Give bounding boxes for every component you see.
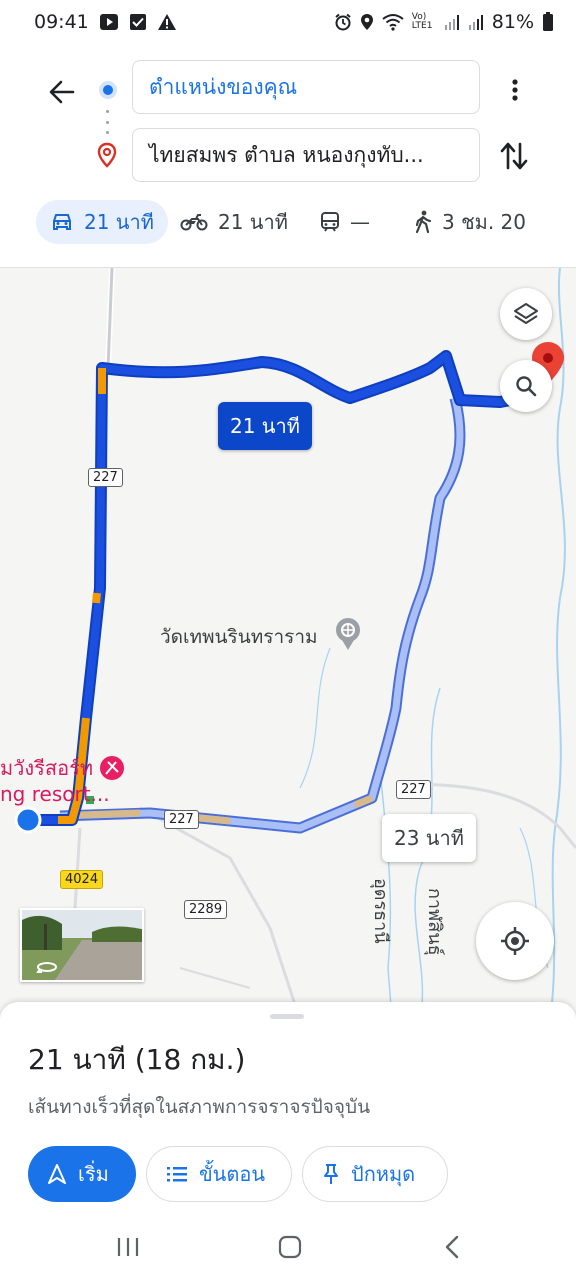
status-time: 09:41 bbox=[34, 11, 89, 33]
status-bar: 09:41 Vo) LTE1 81% bbox=[0, 0, 576, 44]
system-nav-bar bbox=[0, 1214, 576, 1280]
back-button[interactable] bbox=[40, 70, 84, 114]
car-icon bbox=[53, 214, 71, 230]
mode-walk-label: 3 ชม. 20 bbox=[442, 210, 527, 234]
map-view[interactable]: 21 นาที 23 นาที วัดเทพนรินทราราม มวังรีส… bbox=[0, 268, 576, 1020]
mode-walk[interactable]: 3 ชม. 20 bbox=[400, 200, 540, 244]
wifi-icon bbox=[382, 13, 404, 31]
home-button[interactable] bbox=[270, 1232, 310, 1262]
signal-icon-1 bbox=[444, 13, 460, 31]
river bbox=[549, 268, 566, 1020]
alt-route-traffic-3 bbox=[79, 809, 141, 819]
checkbox-icon bbox=[129, 13, 147, 31]
media-icon bbox=[99, 12, 119, 32]
province-label-udon: อุดรธานี bbox=[370, 878, 391, 944]
search-icon bbox=[516, 376, 537, 397]
mode-motorcycle-label: 21 นาที bbox=[218, 210, 288, 234]
origin-field[interactable]: ตำแหน่งของคุณ bbox=[132, 60, 480, 114]
swap-button[interactable] bbox=[496, 136, 532, 176]
mode-drive[interactable]: 21 นาที bbox=[36, 200, 168, 244]
layers-icon bbox=[514, 303, 538, 324]
home-icon bbox=[278, 1235, 302, 1259]
recents-icon bbox=[117, 1238, 139, 1256]
province-label-kalasin: กาฬสินธุ์ bbox=[424, 888, 445, 956]
list-icon bbox=[167, 1167, 187, 1182]
temple-label[interactable]: วัดเทพนรินทราราม bbox=[160, 622, 318, 652]
route-connector-icon bbox=[105, 110, 109, 134]
sheet-drag-handle[interactable] bbox=[270, 1014, 304, 1019]
back-nav-button[interactable] bbox=[432, 1232, 472, 1262]
road-shield-227: 227 bbox=[88, 468, 123, 487]
road-minor bbox=[179, 967, 251, 989]
main-route-traffic-2 bbox=[92, 592, 101, 604]
motorcycle-icon bbox=[180, 214, 208, 231]
destination-field[interactable]: ไทยสมพร ตำบล หนองกุงทับ... bbox=[132, 128, 480, 182]
walk-icon bbox=[415, 210, 432, 234]
my-location-button[interactable] bbox=[476, 902, 554, 980]
road-shield-2289: 2289 bbox=[184, 900, 228, 919]
travel-modes: 21 นาที 21 นาที — 3 ชม. 20 bbox=[0, 198, 576, 248]
start-button-label: เริ่ม bbox=[78, 1162, 109, 1186]
road-shield-4024: 4024 bbox=[60, 870, 104, 889]
street-view-360-icon bbox=[36, 962, 57, 973]
road-shield-227: 227 bbox=[396, 780, 431, 799]
pin-button-label: ปักหมุด bbox=[351, 1162, 416, 1186]
search-along-route-button[interactable] bbox=[500, 360, 552, 412]
route-summary: 21 นาที (18 กม.) bbox=[28, 1043, 246, 1076]
swap-vert-icon bbox=[500, 142, 528, 170]
destination-pin-icon bbox=[96, 142, 118, 168]
recent-apps-button[interactable] bbox=[108, 1232, 148, 1262]
layers-button[interactable] bbox=[500, 288, 552, 340]
pushpin-icon bbox=[324, 1164, 338, 1184]
mode-transit[interactable]: — bbox=[306, 200, 384, 244]
mode-transit-label: — bbox=[350, 210, 370, 234]
battery-percent: 81% bbox=[491, 11, 534, 33]
resort-label-line2[interactable]: ng resort... bbox=[0, 782, 110, 806]
current-location-dot bbox=[14, 806, 42, 834]
pin-button[interactable]: ปักหมุด bbox=[302, 1146, 448, 1202]
mode-drive-label: 21 นาที bbox=[84, 210, 154, 234]
location-icon bbox=[360, 13, 374, 31]
steps-button-label: ขั้นตอน bbox=[199, 1162, 266, 1186]
alt-route-time-badge[interactable]: 23 นาที bbox=[382, 814, 476, 862]
origin-dot-icon bbox=[99, 81, 117, 99]
warning-icon bbox=[157, 13, 177, 31]
street-view-thumbnail[interactable] bbox=[20, 908, 144, 982]
directions-header: ตำแหน่งของคุณ ไทยสมพร ตำบล หนองกุงทับ...… bbox=[0, 44, 576, 268]
transit-icon bbox=[321, 212, 339, 232]
more-vert-icon bbox=[512, 79, 518, 101]
signal-icon-2 bbox=[468, 13, 484, 31]
arrow-left-icon bbox=[49, 80, 75, 104]
battery-icon bbox=[542, 12, 554, 32]
gps-icon bbox=[501, 927, 529, 955]
road-shield-227: 227 bbox=[164, 810, 199, 829]
steps-button[interactable]: ขั้นตอน bbox=[146, 1146, 292, 1202]
navigation-arrow-icon bbox=[48, 1164, 66, 1184]
mode-motorcycle[interactable]: 21 นาที bbox=[166, 200, 302, 244]
more-options-button[interactable] bbox=[500, 70, 530, 110]
resort-label-line1[interactable]: มวังรีสอร์ท bbox=[0, 756, 93, 780]
start-button[interactable]: เริ่ม bbox=[28, 1146, 136, 1202]
stream-3 bbox=[299, 647, 331, 789]
road-4024 bbox=[73, 827, 82, 909]
main-route-time-badge[interactable]: 21 นาที bbox=[218, 402, 312, 450]
alarm-icon bbox=[334, 13, 352, 31]
volte-indicator: Vo) LTE1 bbox=[411, 12, 433, 31]
chevron-left-icon bbox=[445, 1235, 459, 1259]
route-subtitle: เส้นทางเร็วที่สุดในสภาพการจราจรปัจจุบัน bbox=[28, 1096, 371, 1118]
